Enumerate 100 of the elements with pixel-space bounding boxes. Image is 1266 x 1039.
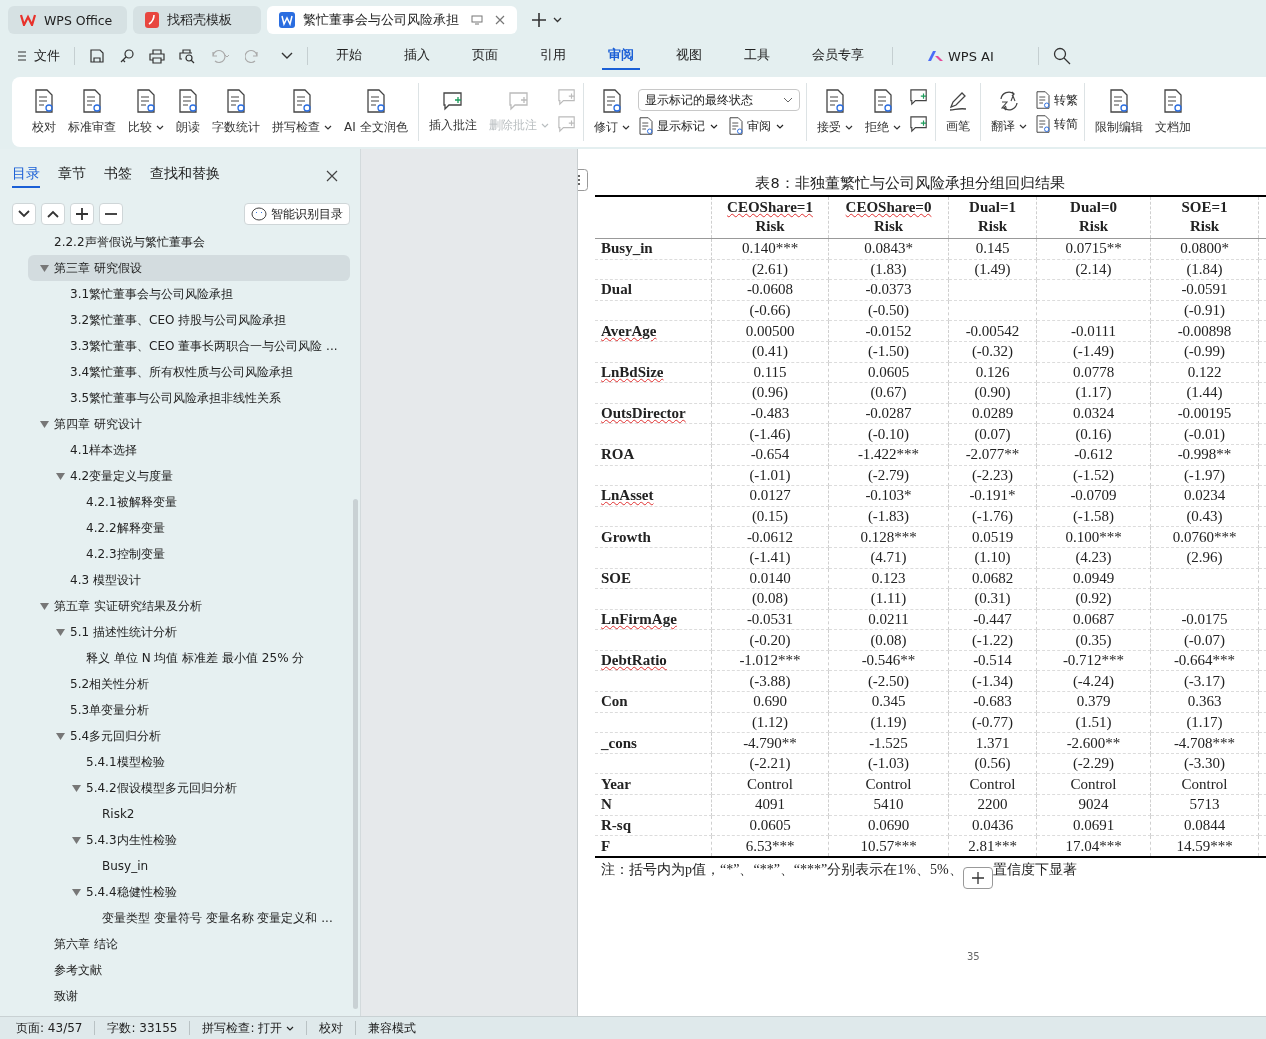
- toc-item[interactable]: 释义 单位 N 均值 标准差 最小值 25% 分: [28, 645, 350, 671]
- row-label: AverAge: [595, 320, 712, 342]
- app-tab[interactable]: 找稻壳模板: [133, 6, 261, 34]
- toc-item[interactable]: 3.3繁忙董事、CEO 董事长两职合一与公司风险 ...: [28, 333, 350, 359]
- toggle-icon[interactable]: [40, 602, 49, 610]
- ribbon-button[interactable]: 比较: [124, 86, 168, 138]
- ribbon-button[interactable]: 校对: [28, 86, 60, 138]
- ribbon-button[interactable]: 插入批注: [424, 88, 481, 136]
- toggle-icon[interactable]: [72, 836, 81, 844]
- app-tab[interactable]: 繁忙董事会与公司风险承担: [267, 6, 517, 34]
- ribbon-button[interactable]: 拼写检查: [268, 86, 336, 138]
- toc-item[interactable]: 4.2.3控制变量: [28, 541, 350, 567]
- key-icon[interactable]: [119, 48, 135, 64]
- toc-item[interactable]: 5.4.1模型检验: [28, 749, 350, 775]
- ribbon-button[interactable]: 转繁: [1034, 91, 1078, 109]
- page-count[interactable]: 页面: 43/57: [16, 1019, 83, 1037]
- ribbon-button[interactable]: 显示标记: [637, 117, 718, 135]
- ribbon-button[interactable]: 朗读: [172, 86, 204, 138]
- ribbon-tab[interactable]: 插入: [398, 42, 436, 70]
- smart-toc-button[interactable]: 智能识别目录: [244, 203, 350, 225]
- ribbon-tab[interactable]: 审阅: [602, 42, 640, 70]
- proofread-status[interactable]: 校对: [319, 1019, 344, 1037]
- collapse-button[interactable]: [41, 203, 65, 225]
- toc-item[interactable]: 4.3 模型设计: [28, 567, 350, 593]
- ai-button[interactable]: WPS AI: [927, 48, 994, 64]
- toggle-icon[interactable]: [40, 264, 49, 272]
- toc-item[interactable]: 5.3单变量分析: [28, 697, 350, 723]
- ribbon-button[interactable]: 拒绝: [860, 86, 905, 138]
- toc-item[interactable]: 致谢: [28, 983, 350, 1009]
- print-preview-icon[interactable]: [179, 48, 195, 64]
- toc-item[interactable]: 第三章 研究假设: [28, 255, 350, 281]
- remove-button[interactable]: [99, 203, 123, 225]
- expand-button[interactable]: [12, 203, 36, 225]
- toc-item[interactable]: 5.4多元回归分析: [28, 723, 350, 749]
- chevron-down-icon[interactable]: [281, 52, 293, 60]
- ribbon-tab[interactable]: 开始: [330, 42, 368, 70]
- toc-item[interactable]: 4.2变量定义与度量: [28, 463, 350, 489]
- toc-item[interactable]: 2.2.2声誉假说与繁忙董事会: [28, 229, 350, 255]
- sidebar-tab[interactable]: 目录: [12, 164, 40, 188]
- table-cell: -0.612: [1036, 444, 1151, 466]
- ribbon-button[interactable]: 文档加: [1150, 86, 1195, 138]
- toggle-icon[interactable]: [56, 628, 65, 636]
- ribbon-button[interactable]: 翻译: [986, 87, 1031, 137]
- toc-item[interactable]: 第五章 实证研究结果及分析: [28, 593, 350, 619]
- toggle-icon[interactable]: [40, 420, 49, 428]
- toc-item[interactable]: 4.1样本选择: [28, 437, 350, 463]
- spell-check-status[interactable]: 拼写检查: 打开: [202, 1019, 295, 1037]
- add-row-button[interactable]: [962, 866, 993, 889]
- file-menu[interactable]: 文件: [18, 47, 60, 65]
- sidebar-tab[interactable]: 章节: [58, 164, 86, 188]
- ribbon-tab[interactable]: 工具: [738, 42, 776, 70]
- ribbon-button[interactable]: 字数统计: [208, 86, 264, 138]
- toc-item[interactable]: 5.4.3内生性检验: [28, 827, 350, 853]
- ribbon-button[interactable]: 转简: [1034, 115, 1078, 133]
- print-icon[interactable]: [149, 48, 165, 64]
- scrollbar[interactable]: [353, 499, 358, 1009]
- close-icon[interactable]: [495, 15, 505, 25]
- ribbon-button[interactable]: 审阅: [727, 117, 784, 135]
- app-tab[interactable]: WPS Office: [8, 6, 127, 34]
- ribbon-button[interactable]: 修订: [589, 86, 634, 138]
- ribbon-tab[interactable]: 视图: [670, 42, 708, 70]
- toc-item[interactable]: 第四章 研究设计: [28, 411, 350, 437]
- ribbon-tab[interactable]: 会员专享: [806, 42, 870, 70]
- toc-item[interactable]: 4.2.1被解释变量: [28, 489, 350, 515]
- toc-item[interactable]: 3.5繁忙董事与公司风险承担非线性关系: [28, 385, 350, 411]
- toc-item[interactable]: Busy_in: [28, 853, 350, 879]
- toc-item[interactable]: 参考文献: [28, 957, 350, 983]
- toc-item[interactable]: 3.4繁忙董事、所有权性质与公司风险承担: [28, 359, 350, 385]
- monitor-icon[interactable]: [471, 15, 483, 25]
- ribbon-button[interactable]: AI 全文润色: [340, 86, 412, 138]
- plus-icon[interactable]: [531, 12, 547, 28]
- toc-item[interactable]: 5.4.4稳健性检验: [28, 879, 350, 905]
- toc-item[interactable]: 4.2.2解释变量: [28, 515, 350, 541]
- ribbon-button[interactable]: 画笔: [941, 87, 974, 137]
- sidebar-tab[interactable]: 书签: [104, 164, 132, 188]
- toggle-icon[interactable]: [72, 888, 81, 896]
- ribbon-button[interactable]: 标准审查: [64, 86, 120, 138]
- toggle-icon[interactable]: [56, 472, 65, 480]
- toc-item[interactable]: 5.4.2假设模型多元回归分析: [28, 775, 350, 801]
- toc-item[interactable]: 变量类型 变量符号 变量名称 变量定义和 ...: [28, 905, 350, 931]
- ribbon-tab[interactable]: 引用: [534, 42, 572, 70]
- search-icon[interactable]: [1052, 47, 1071, 65]
- ribbon-button[interactable]: 接受: [812, 86, 857, 138]
- toc-item[interactable]: 3.1繁忙董事会与公司风险承担: [28, 281, 350, 307]
- sidebar-tab[interactable]: 查找和替换: [150, 164, 220, 188]
- toc-item[interactable]: 5.2相关性分析: [28, 671, 350, 697]
- toggle-icon[interactable]: [72, 784, 81, 792]
- toc-item[interactable]: 3.2繁忙董事、CEO 持股与公司风险承担: [28, 307, 350, 333]
- toc-item[interactable]: 第六章 结论: [28, 931, 350, 957]
- ribbon-tab[interactable]: 页面: [466, 42, 504, 70]
- markup-dropdown[interactable]: 显示标记的最终状态: [637, 89, 800, 111]
- close-icon[interactable]: [326, 170, 338, 182]
- chevron-down-icon[interactable]: [553, 17, 562, 23]
- save-icon[interactable]: [89, 48, 105, 64]
- toc-item[interactable]: Risk2: [28, 801, 350, 827]
- toggle-icon[interactable]: [56, 732, 65, 740]
- add-button[interactable]: [70, 203, 94, 225]
- ribbon-button[interactable]: 限制编辑: [1090, 86, 1147, 138]
- toc-item[interactable]: 5.1 描述性统计分析: [28, 619, 350, 645]
- word-count[interactable]: 字数: 33155: [107, 1019, 178, 1037]
